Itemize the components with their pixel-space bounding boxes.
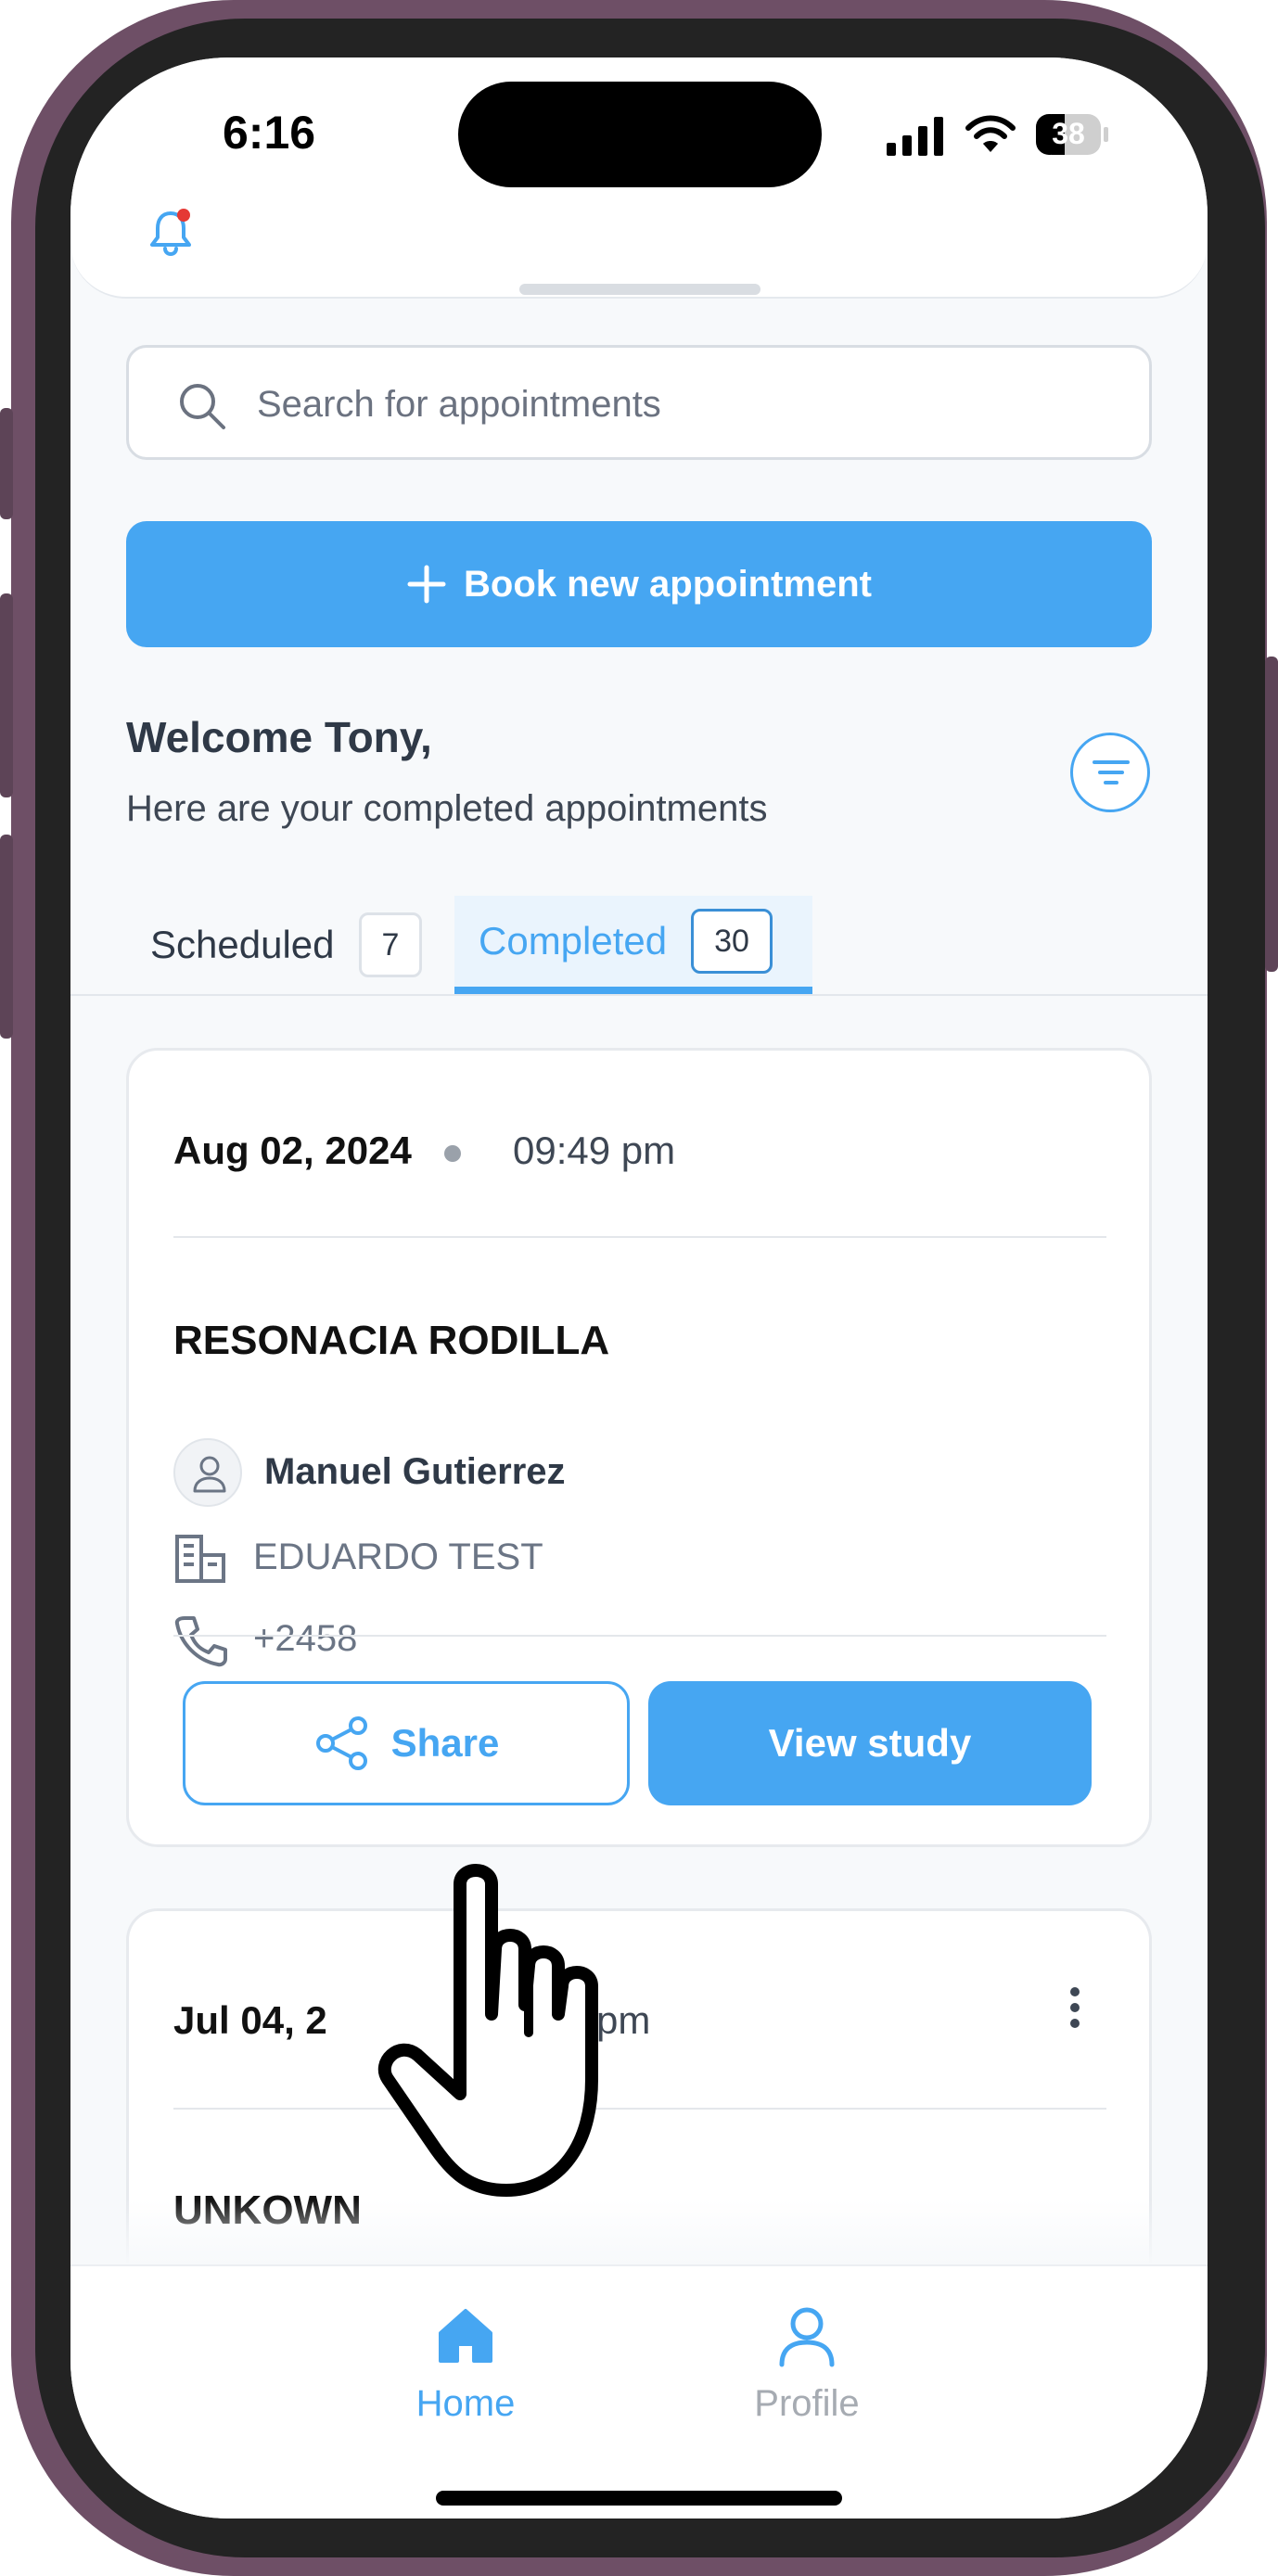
phone-number: +2458	[253, 1618, 358, 1659]
doctor-name: Manuel Gutierrez	[264, 1451, 566, 1492]
wifi-icon	[965, 115, 1016, 152]
appointment-date: Jul 04, 2	[173, 1998, 327, 2042]
tab-completed-label: Completed	[479, 919, 668, 963]
volume-down-button	[0, 835, 13, 1039]
more-options-icon[interactable]	[1066, 1987, 1084, 2035]
book-appointment-button[interactable]: Book new appointment	[126, 521, 1152, 647]
study-name: RESONACIA RODILLA	[173, 1318, 610, 1363]
building-icon	[175, 1535, 225, 1583]
power-button	[1265, 657, 1278, 972]
nav-home[interactable]: Home	[373, 2303, 558, 2425]
home-icon	[439, 2309, 492, 2363]
volume-up-button	[0, 593, 13, 797]
bell-icon[interactable]	[145, 206, 197, 258]
view-study-button[interactable]: View study	[648, 1681, 1092, 1805]
pointer-hand-icon	[377, 1864, 598, 2197]
dynamic-island	[458, 82, 822, 187]
tab-scheduled[interactable]: Scheduled 7	[126, 896, 423, 994]
profile-icon	[779, 2307, 835, 2367]
nav-home-label: Home	[415, 2383, 516, 2424]
organization-name: EDUARDO TEST	[253, 1537, 543, 1577]
appointment-time: 09:49 pm	[513, 1129, 676, 1172]
status-time: 6:16	[223, 107, 316, 159]
card-divider	[173, 1236, 1106, 1238]
nav-profile[interactable]: Profile	[714, 2303, 900, 2425]
user-icon	[193, 1456, 226, 1493]
app-screen: 6:16 38 Book new appointment Welcome Ton…	[70, 57, 1208, 2519]
appointment-date: Aug 02, 2024	[173, 1129, 412, 1172]
separator-dot	[444, 1145, 461, 1162]
filter-button[interactable]	[1070, 733, 1150, 812]
tab-completed-count: 30	[691, 909, 773, 974]
avatar	[173, 1438, 242, 1507]
plus-icon	[407, 565, 446, 604]
search-input[interactable]	[255, 376, 1093, 433]
share-button[interactable]: Share	[183, 1681, 630, 1805]
signal-icon	[887, 117, 943, 156]
share-label: Share	[390, 1721, 500, 1765]
view-study-label: View study	[768, 1721, 972, 1765]
home-indicator[interactable]	[436, 2491, 842, 2506]
battery-level: 38	[1052, 117, 1085, 150]
notification-dot	[177, 209, 190, 222]
tab-scheduled-count: 7	[358, 912, 423, 977]
welcome-subtitle: Here are your completed appointments	[126, 788, 768, 829]
silent-switch	[0, 408, 13, 519]
tabs-divider	[70, 994, 1208, 996]
search-icon	[180, 384, 225, 429]
nav-profile-label: Profile	[754, 2383, 860, 2424]
tab-scheduled-label: Scheduled	[150, 923, 335, 966]
bottom-navigation: Home Profile	[70, 2264, 1208, 2519]
search-box[interactable]	[126, 345, 1152, 460]
appointment-card[interactable]: Aug 02, 2024 09:49 pm RESONACIA RODILLA …	[126, 1048, 1152, 1847]
share-icon	[315, 1716, 367, 1770]
tab-completed[interactable]: Completed 30	[454, 896, 812, 994]
scroll-fade	[70, 2200, 1208, 2264]
drag-handle[interactable]	[519, 284, 760, 295]
card-divider	[173, 1635, 1106, 1637]
welcome-heading: Welcome Tony,	[126, 713, 432, 761]
filter-icon	[1093, 760, 1130, 784]
book-appointment-label: Book new appointment	[464, 563, 872, 605]
phone-icon	[174, 1616, 227, 1667]
